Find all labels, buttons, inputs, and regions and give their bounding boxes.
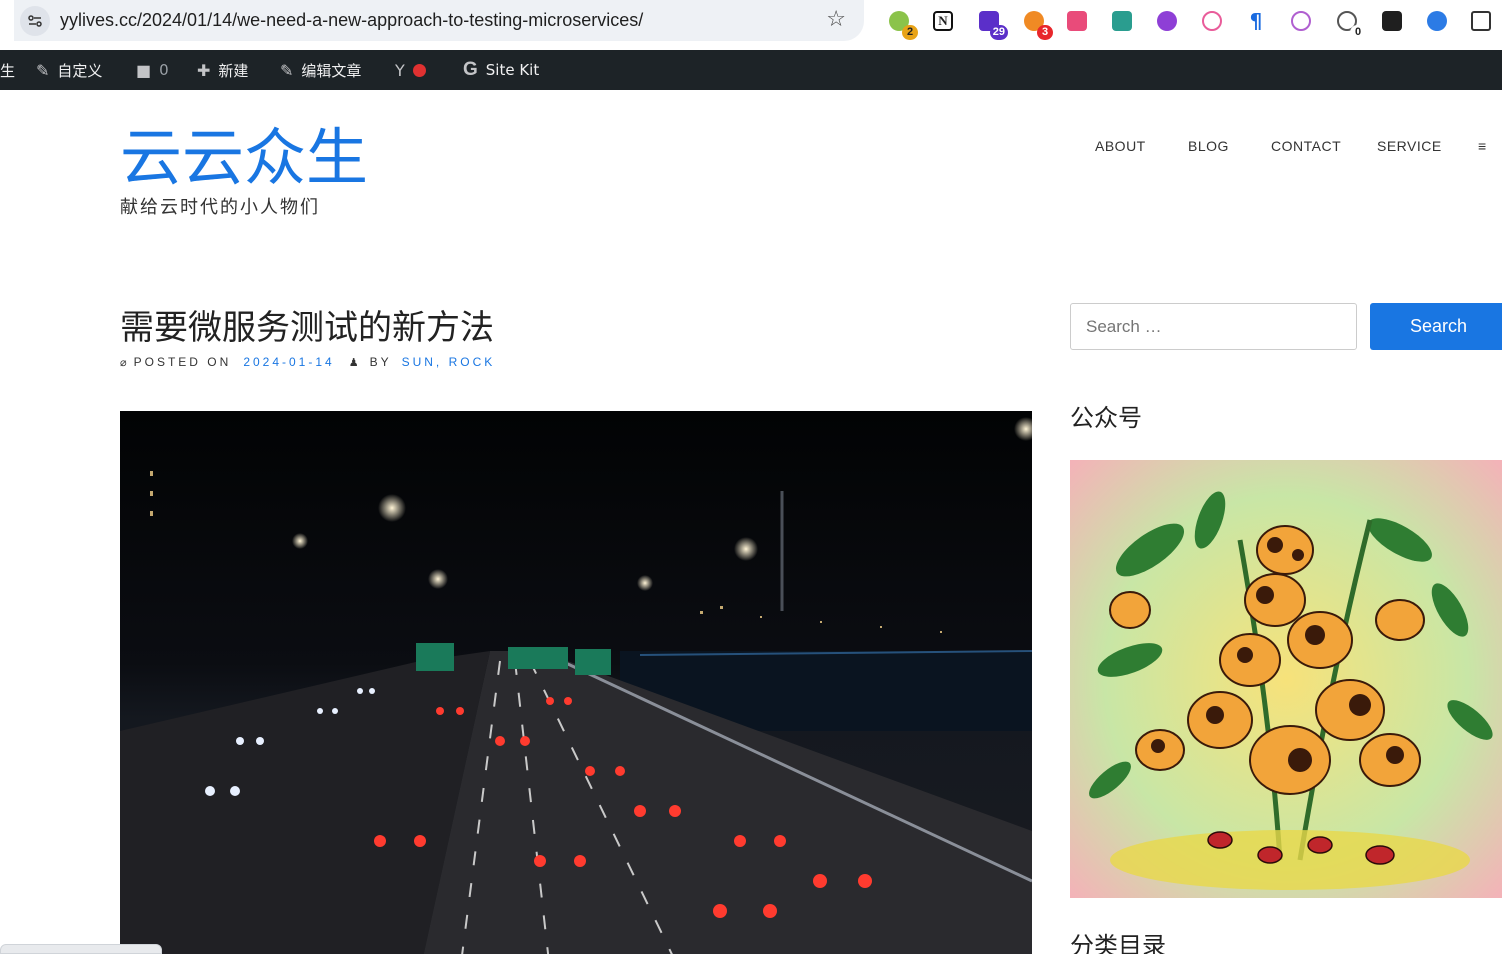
post-date-link[interactable]: 2024-01-14 xyxy=(243,355,334,369)
by-label: BY xyxy=(369,355,392,369)
admin-edit-post[interactable]: ✎ 编辑文章 xyxy=(280,50,361,90)
admin-site-name[interactable]: 生 xyxy=(0,50,15,90)
admin-new[interactable]: ✚ 新建 xyxy=(197,50,248,90)
lr-icon[interactable] xyxy=(1154,8,1180,34)
cloud-icon[interactable] xyxy=(1199,8,1225,34)
search-button[interactable]: Search xyxy=(1370,303,1502,350)
wechat-widget-title: 公众号 xyxy=(1070,404,1142,432)
address-bar[interactable]: yylives.cc/2024/01/14/we-need-a-new-appr… xyxy=(14,0,864,41)
search-input[interactable] xyxy=(1070,303,1357,350)
blue-circle-icon[interactable] xyxy=(1424,8,1450,34)
post-author-link[interactable]: SUN, ROCK xyxy=(402,355,496,369)
google-g-icon: G xyxy=(463,59,478,80)
admin-customize[interactable]: ✎ 自定义 xyxy=(36,50,102,90)
plus-icon: ✚ xyxy=(197,60,211,80)
refresh-counter-icon[interactable]: 0 xyxy=(1334,8,1366,40)
gemini-extension-icon[interactable]: 2 xyxy=(886,8,918,40)
bookmark-star-icon[interactable]: ☆ xyxy=(826,8,846,32)
site-title[interactable]: 云云众生 xyxy=(120,122,368,194)
author-icon: ♟ xyxy=(348,356,362,369)
graduation-cap-icon[interactable]: 29 xyxy=(976,8,1008,40)
site-description: 献给云时代的小人物们 xyxy=(120,197,320,218)
url-text[interactable]: yylives.cc/2024/01/14/we-need-a-new-appr… xyxy=(60,10,643,31)
wp-admin-bar: 生 ✎ 自定义 ■ 0 ✚ 新建 ✎ 编辑文章 Y G Site Kit xyxy=(0,50,1502,90)
admin-comments[interactable]: ■ 0 xyxy=(136,50,169,90)
puzzle-icon[interactable] xyxy=(1468,8,1494,34)
circles-icon[interactable]: 3 xyxy=(1021,8,1053,40)
nav-item-contact[interactable]: CONTACT xyxy=(1271,138,1341,154)
grid-icon[interactable] xyxy=(1109,8,1135,34)
comment-bubble-icon: ■ xyxy=(136,60,152,80)
featured-image xyxy=(120,411,1032,954)
seo-status-dot xyxy=(412,63,426,77)
brush-icon: ✎ xyxy=(36,60,50,80)
posted-on-label: POSTED ON xyxy=(133,355,232,369)
nav-item-service[interactable]: SERVICE xyxy=(1377,138,1442,154)
menu-icon[interactable]: ≡ xyxy=(1478,138,1487,154)
categories-widget-title: 分类目录 xyxy=(1070,932,1166,954)
notion-icon[interactable]: N xyxy=(930,8,956,34)
openai-icon[interactable] xyxy=(1288,8,1314,34)
nav-item-blog[interactable]: BLOG xyxy=(1188,138,1229,154)
admin-yoast[interactable]: Y xyxy=(395,50,426,90)
pilcrow-icon[interactable]: ¶ xyxy=(1243,8,1269,34)
nav-item-about[interactable]: ABOUT xyxy=(1095,138,1146,154)
wechat-qr-image xyxy=(1070,460,1502,898)
post-meta: ⌀ POSTED ON 2024-01-14 ♟ BY SUN, ROCK xyxy=(120,355,495,369)
dark-square-icon[interactable] xyxy=(1379,8,1405,34)
browser-toolbar: yylives.cc/2024/01/14/we-need-a-new-appr… xyxy=(0,0,1502,50)
link-icon: ⌀ xyxy=(120,356,130,369)
status-bar-tab xyxy=(0,944,162,954)
translate-icon[interactable] xyxy=(1064,8,1090,34)
admin-site-kit[interactable]: G Site Kit xyxy=(463,50,539,90)
post-title: 需要微服务测试的新方法 xyxy=(120,308,494,348)
yoast-icon: Y xyxy=(395,60,405,80)
pencil-icon: ✎ xyxy=(280,60,294,80)
site-info-icon[interactable] xyxy=(20,6,50,36)
